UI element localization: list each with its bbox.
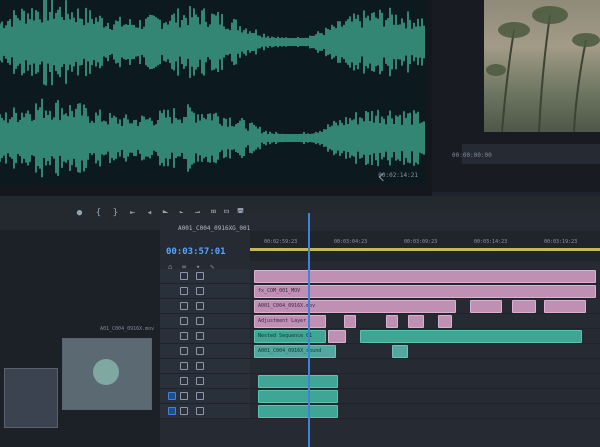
timeline-clip[interactable] (408, 315, 424, 328)
project-item-label: A01_C004_0916X.mov (100, 326, 155, 332)
track-row: Adjustment Layer (160, 314, 600, 329)
palm-trees-image (486, 6, 600, 132)
lock-icon[interactable] (180, 287, 188, 295)
timeline-clip[interactable] (254, 270, 596, 283)
timeline-clip[interactable] (328, 330, 346, 343)
clip-preview (93, 359, 119, 385)
mute-icon[interactable] (196, 392, 204, 400)
track-header (160, 374, 250, 388)
step-back-icon[interactable]: ◂ (145, 208, 154, 218)
track-header (160, 329, 250, 343)
audio-clip[interactable] (258, 405, 338, 418)
playhead-timecode[interactable]: 00:03:57:01 (166, 247, 226, 257)
lock-icon[interactable] (180, 317, 188, 325)
lock-icon[interactable] (180, 392, 188, 400)
track-row: Nested Sequence 01 (160, 329, 600, 344)
timeline-clip[interactable] (360, 330, 582, 343)
eye-icon[interactable] (196, 272, 204, 280)
timeline-clip[interactable] (544, 300, 586, 313)
track-row: fx_COM_001_MOV (160, 284, 600, 299)
mute-icon[interactable] (196, 377, 204, 385)
ruler-label: 00:02:59:23 (264, 239, 298, 245)
track-row (160, 269, 600, 284)
track-row (160, 359, 600, 374)
timeline-clip[interactable] (512, 300, 536, 313)
timeline-clip[interactable]: A001_C004_0916X.mov (254, 300, 456, 313)
project-thumbnail[interactable] (4, 368, 58, 428)
sequence-tab[interactable]: A001_C004_0916XG_001 (178, 225, 250, 232)
timeline-clip[interactable] (344, 315, 356, 328)
track-row (160, 389, 600, 404)
lock-icon[interactable] (180, 347, 188, 355)
track-row (160, 404, 600, 419)
program-video-frame (484, 0, 600, 132)
track-header (160, 284, 250, 298)
eye-icon[interactable] (196, 317, 204, 325)
track-header (160, 344, 250, 358)
lock-icon[interactable] (180, 302, 188, 310)
work-area-bar[interactable] (250, 248, 600, 251)
track-header (160, 359, 250, 373)
lock-icon[interactable] (180, 332, 188, 340)
source-timecode: 00:02:14:21 (378, 172, 418, 179)
track-row: A001_C004_0916X_sound (160, 344, 600, 359)
clip-label: A001_C004_0916X.mov (258, 303, 316, 309)
track-header (160, 314, 250, 328)
playhead[interactable] (308, 213, 310, 447)
ruler-label: 00:03:19:23 (544, 239, 578, 245)
time-ruler[interactable]: 00:02:59:23 00:03:04:23 00:03:09:23 00:0… (250, 231, 600, 261)
program-monitor-panel: 00:00:00:00 (432, 0, 600, 192)
mute-icon[interactable] (196, 407, 204, 415)
timeline-clip[interactable] (438, 315, 452, 328)
clip-label: Nested Sequence 01 (258, 333, 313, 339)
ruler-label: 00:03:14:23 (474, 239, 508, 245)
waveform-graphic (0, 0, 425, 178)
eye-icon[interactable] (196, 302, 204, 310)
lock-icon[interactable] (180, 362, 188, 370)
clip-label: Adjustment Layer (258, 318, 307, 324)
lock-icon[interactable] (180, 407, 188, 415)
clip-label: A001_C004_0916X_sound (258, 348, 322, 354)
timeline-clip[interactable] (392, 345, 408, 358)
program-timecode: 00:00:00:00 (452, 152, 492, 159)
track-header (160, 404, 250, 418)
marker-icon[interactable]: ● (75, 208, 84, 218)
timeline-clip[interactable]: Adjustment Layer (254, 315, 326, 328)
in-point-icon[interactable]: { (94, 208, 103, 218)
project-panel: A01_C004_0916X.mov (0, 230, 160, 447)
track-target-icon[interactable] (168, 407, 176, 415)
track-header (160, 269, 250, 283)
go-to-in-icon[interactable]: ⇤ (128, 208, 137, 218)
out-point-icon[interactable]: } (111, 208, 120, 218)
lock-icon[interactable] (180, 377, 188, 385)
ruler-label: 00:03:04:23 (334, 239, 368, 245)
audio-clip[interactable] (258, 390, 338, 403)
clip-label: fx_COM_001_MOV (258, 288, 301, 294)
audio-waveform-view[interactable]: 00:02:14:21 (0, 0, 426, 185)
timeline-clip[interactable] (386, 315, 398, 328)
track-header (160, 389, 250, 403)
eye-icon[interactable] (196, 287, 204, 295)
audio-clip[interactable] (258, 375, 338, 388)
timeline-clip[interactable]: fx_COM_001_MOV (254, 285, 596, 298)
timeline-clip[interactable]: Nested Sequence 01 (254, 330, 326, 343)
track-row (160, 374, 600, 389)
project-thumbnail[interactable] (62, 338, 152, 410)
timeline-clip[interactable] (470, 300, 502, 313)
track-target-icon[interactable] (168, 392, 176, 400)
timeline-clip[interactable]: A001_C004_0916X_sound (254, 345, 336, 358)
track-row: A001_C004_0916X.mov (160, 299, 600, 314)
track-header (160, 299, 250, 313)
mute-icon[interactable] (196, 362, 204, 370)
eye-icon[interactable] (196, 347, 204, 355)
source-monitor-panel: 00:02:14:21 (0, 0, 432, 196)
timeline-panel: A001_C004_0916XG_001 00:03:57:01 ⌂ ∞ ▾ ✎… (160, 213, 600, 447)
ruler-label: 00:03:09:23 (404, 239, 438, 245)
lock-icon[interactable] (180, 272, 188, 280)
eye-icon[interactable] (196, 332, 204, 340)
